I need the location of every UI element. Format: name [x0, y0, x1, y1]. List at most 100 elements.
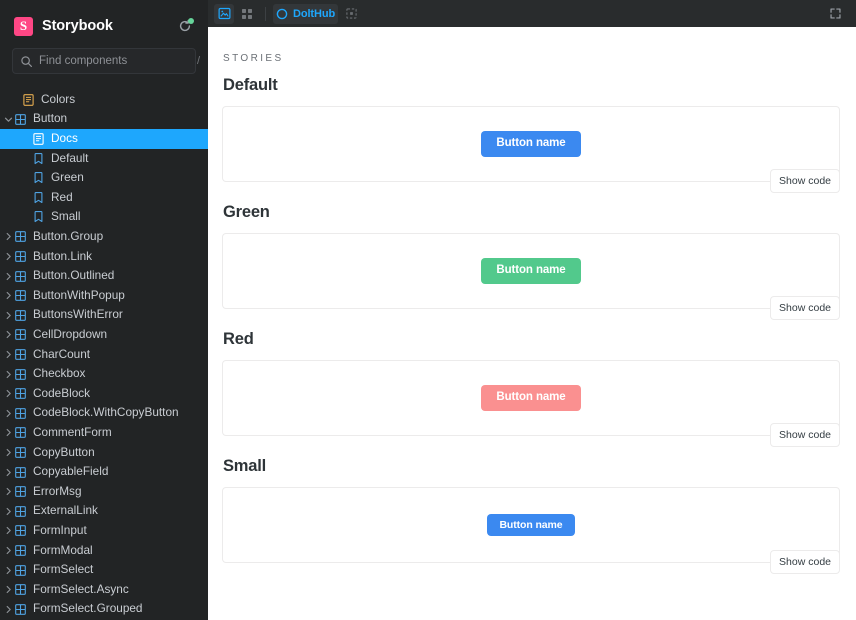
sidebar-item-label: FormSelect [33, 562, 94, 577]
chevron-right-icon[interactable] [3, 525, 14, 536]
search-container: / [0, 48, 208, 84]
search-input[interactable] [39, 55, 193, 67]
show-code-button[interactable]: Show code [770, 549, 840, 574]
sidebar-item-label: CopyableField [33, 464, 109, 479]
chevron-right-icon[interactable] [3, 584, 14, 595]
chevron-right-icon[interactable] [3, 329, 14, 340]
story-preview: Button name Show code [222, 106, 840, 193]
sidebar-item-formselect-grouped[interactable]: FormSelect.Grouped [0, 599, 208, 619]
sidebar-item-copyablefield[interactable]: CopyableField [0, 462, 208, 482]
sidebar-item-checkbox[interactable]: Checkbox [0, 364, 208, 384]
sidebar-item-commentform[interactable]: CommentForm [0, 423, 208, 443]
chevron-right-icon[interactable] [3, 271, 14, 282]
sidebar-item-formselect[interactable]: FormSelect [0, 560, 208, 580]
component-tree: Colors Button Docs Default Green Red Small Butt… [0, 84, 208, 619]
grid-view-icon[interactable] [237, 4, 257, 24]
sidebar-item-formmodal[interactable]: FormModal [0, 541, 208, 561]
sidebar-item-copybutton[interactable]: CopyButton [0, 443, 208, 463]
measure-icon[interactable] [341, 4, 361, 24]
sidebar-item-charcount[interactable]: CharCount [0, 345, 208, 365]
chevron-right-icon[interactable] [3, 251, 14, 262]
chevron-right-icon[interactable] [3, 427, 14, 438]
theme-toggle-button[interactable]: DoltHub [273, 3, 339, 24]
sidebar-item-green[interactable]: Green [0, 168, 208, 188]
story-block: Red Button name Show code [222, 330, 840, 447]
chevron-right-icon[interactable] [3, 467, 14, 478]
sidebar-item-label: Checkbox [33, 366, 86, 381]
sidebar-item-button[interactable]: Button [0, 110, 208, 130]
component-icon [14, 485, 27, 498]
sidebar-item-small[interactable]: Small [0, 208, 208, 228]
story-block: Default Button name Show code [222, 76, 840, 193]
sidebar-item-button-link[interactable]: Button.Link [0, 247, 208, 267]
chevron-right-icon[interactable] [3, 369, 14, 380]
docs-canvas: Stories Default Button name Show code Green… [208, 27, 856, 620]
sidebar-item-label: CharCount [33, 346, 91, 361]
chevron-right-icon[interactable] [3, 486, 14, 497]
show-code-button[interactable]: Show code [770, 168, 840, 193]
demo-button[interactable]: Button name [481, 258, 581, 284]
chevron-right-icon[interactable] [3, 388, 14, 399]
stories-list: Default Button name Show code Green Button n… [222, 76, 840, 574]
sidebar-item-forminput[interactable]: FormInput [0, 521, 208, 541]
sidebar-header: Storybook [0, 0, 208, 48]
sidebar-item-label: Green [51, 170, 84, 185]
sidebar-item-formselect-async[interactable]: FormSelect.Async [0, 580, 208, 600]
demo-button[interactable]: Button name [481, 385, 581, 411]
sidebar-item-celldropdown[interactable]: CellDropdown [0, 325, 208, 345]
search-box[interactable]: / [12, 48, 200, 74]
sidebar-item-docs[interactable]: Docs [0, 129, 208, 149]
sidebar-item-label: Button.Outlined [33, 268, 115, 283]
chevron-right-icon[interactable] [3, 349, 14, 360]
document-icon [32, 132, 45, 145]
sidebar-item-externallink[interactable]: ExternalLink [0, 501, 208, 521]
chevron-right-icon[interactable] [3, 565, 14, 576]
sidebar-item-label: Colors [41, 91, 76, 106]
sidebar-item-button-group[interactable]: Button.Group [0, 227, 208, 247]
component-icon [14, 524, 27, 537]
sidebar-item-codeblock-withcopybutton[interactable]: CodeBlock.WithCopyButton [0, 404, 208, 424]
chevron-right-icon[interactable] [3, 447, 14, 458]
story-title: Green [223, 203, 270, 221]
sidebar-item-buttonwithpopup[interactable]: ButtonWithPopup [0, 286, 208, 306]
sidebar-item-label: Button.Group [33, 229, 104, 244]
sidebar-item-label: ButtonWithPopup [33, 287, 125, 302]
chevron-down-icon[interactable] [3, 114, 14, 125]
sidebar-item-codeblock[interactable]: CodeBlock [0, 384, 208, 404]
docs-view-icon[interactable] [214, 3, 234, 24]
demo-button[interactable]: Button name [481, 131, 581, 157]
sidebar-item-errormsg[interactable]: ErrorMsg [0, 482, 208, 502]
storybook-app: Storybook / [0, 0, 856, 620]
sidebar-item-label: CopyButton [33, 444, 95, 459]
chevron-right-icon[interactable] [3, 604, 14, 615]
demo-button[interactable]: Button name [487, 513, 575, 537]
sidebar-item-red[interactable]: Red [0, 188, 208, 208]
component-icon [14, 309, 27, 322]
refresh-icon[interactable] [174, 15, 196, 37]
chevron-right-icon[interactable] [3, 310, 14, 321]
show-code-button[interactable]: Show code [770, 295, 840, 320]
chevron-right-icon[interactable] [3, 408, 14, 419]
chevron-right-icon[interactable] [3, 231, 14, 242]
sidebar-item-colors[interactable]: Colors [0, 90, 208, 110]
story-icon [32, 191, 45, 204]
show-code-button[interactable]: Show code [770, 422, 840, 447]
story-icon [32, 152, 45, 165]
chevron-right-icon[interactable] [3, 506, 14, 517]
fullscreen-icon[interactable] [825, 4, 845, 24]
sidebar-item-label: CodeBlock [33, 385, 91, 400]
sidebar-item-buttonswitherror[interactable]: ButtonsWithError [0, 306, 208, 326]
chevron-right-icon[interactable] [3, 290, 14, 301]
component-icon [14, 368, 27, 381]
sidebar-item-label: CodeBlock.WithCopyButton [33, 405, 179, 420]
sidebar-item-button-outlined[interactable]: Button.Outlined [0, 266, 208, 286]
component-icon [14, 446, 27, 459]
sidebar-item-label: Button.Link [33, 248, 93, 263]
component-icon [14, 289, 27, 302]
component-icon [14, 230, 27, 243]
component-icon [14, 407, 27, 420]
component-icon [14, 426, 27, 439]
chevron-right-icon[interactable] [3, 545, 14, 556]
brand-title: Storybook [42, 18, 113, 34]
sidebar-item-default[interactable]: Default [0, 149, 208, 169]
